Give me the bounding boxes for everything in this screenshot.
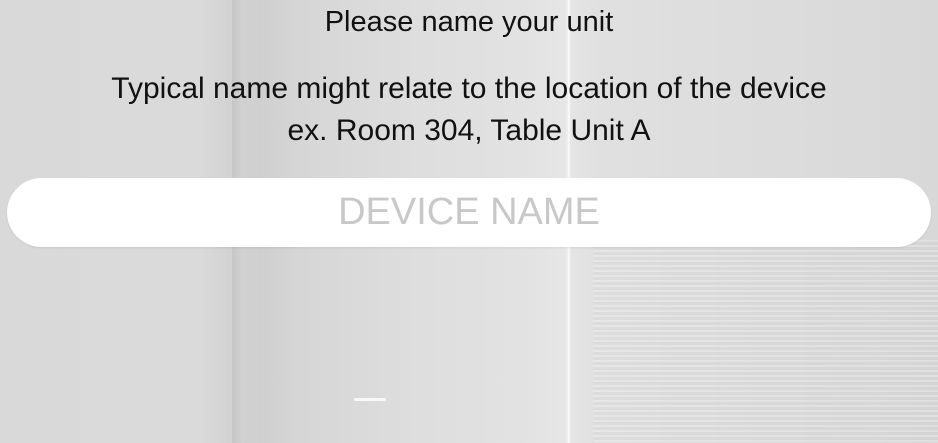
instruction-line-2: ex. Room 304, Table Unit A <box>287 114 651 147</box>
instruction-text: Typical name might relate to the locatio… <box>0 68 938 152</box>
device-name-input[interactable] <box>7 178 931 247</box>
instruction-line-1: Typical name might relate to the locatio… <box>111 72 827 105</box>
page-title: Please name your unit <box>324 6 614 38</box>
device-name-field-container <box>7 178 931 247</box>
background-detail-mark <box>354 398 386 401</box>
